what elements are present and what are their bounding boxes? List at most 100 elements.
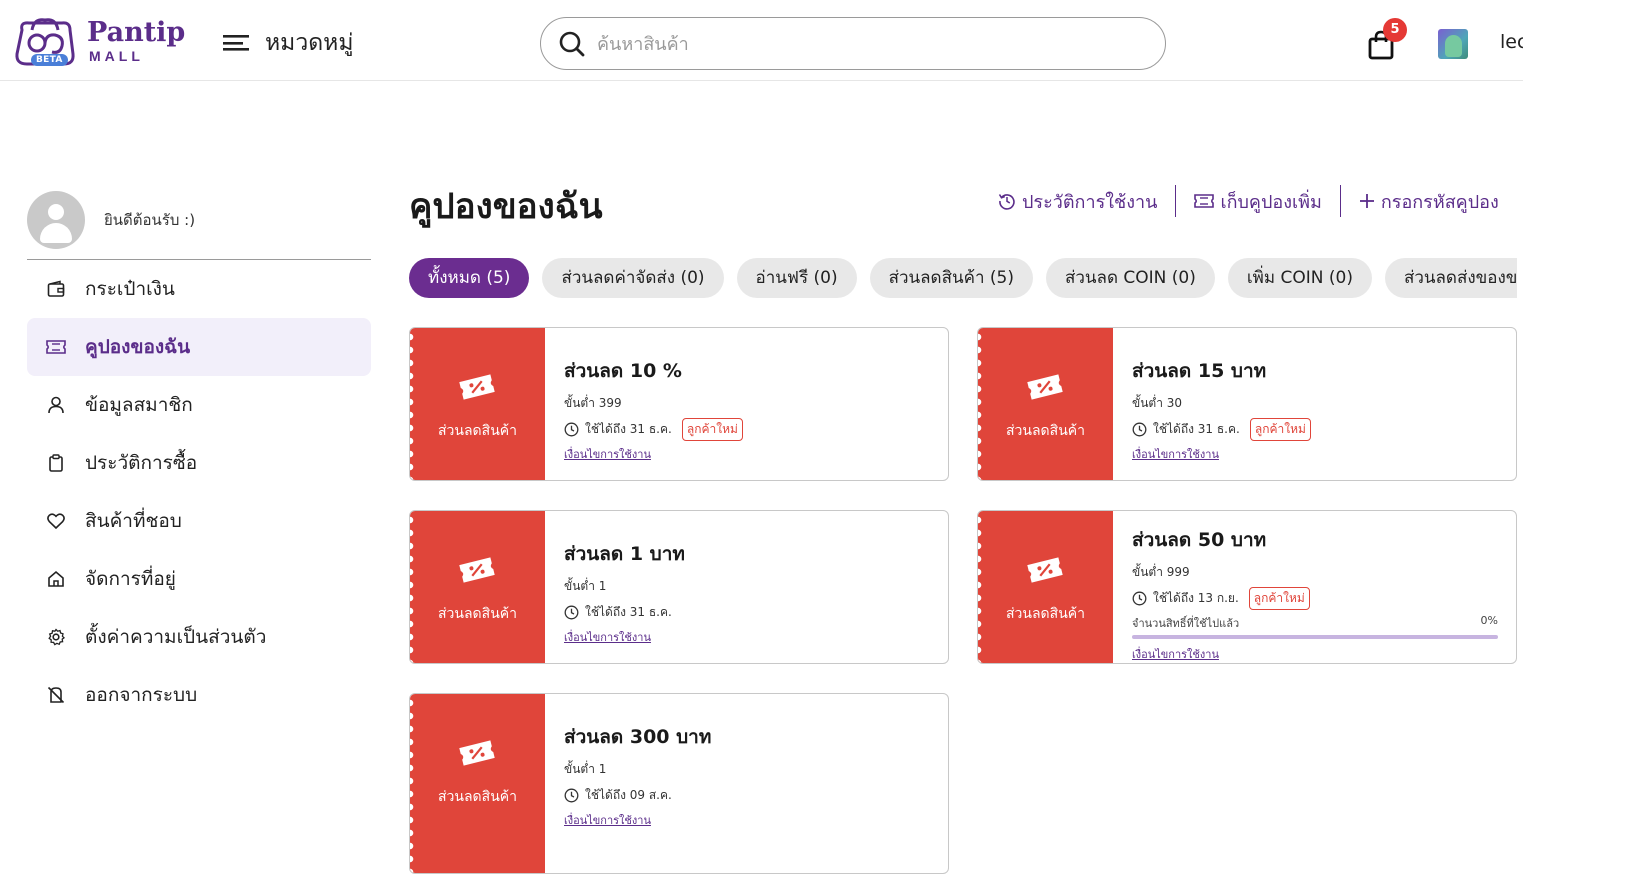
search-bar [540, 17, 1166, 70]
sidebar-item-member-info[interactable]: ข้อมูลสมาชิก [27, 376, 371, 434]
profile-avatar [27, 191, 85, 249]
filter-chip-product-discount[interactable]: ส่วนลดสินค้า (5) [869, 258, 1033, 298]
cart-count-badge: 5 [1383, 18, 1407, 42]
sidebar-item-purchase-history[interactable]: ประวัติการซื้อ [27, 434, 371, 492]
enter-coupon-code-link[interactable]: กรอกรหัสคูปอง [1359, 187, 1499, 216]
sidebar-item-addresses[interactable]: จัดการที่อยู่ [27, 550, 371, 608]
coupon-type-label: ส่วนลดสินค้า [438, 606, 517, 622]
collect-coupons-label: เก็บคูปองเพิ่ม [1220, 191, 1322, 213]
sidebar-item-logout[interactable]: ออกจากระบบ [27, 666, 371, 724]
sidebar-item-label: ประวัติการซื้อ [85, 452, 198, 474]
filter-chip-all[interactable]: ทั้งหมด (5) [409, 258, 530, 298]
coupon-conditions-link[interactable]: เงื่อนไขการใช้งาน [564, 628, 651, 646]
sidebar-item-favorites[interactable]: สินค้าที่ชอบ [27, 492, 371, 550]
sidebar-item-wallet[interactable]: กระเป๋าเงิน [27, 260, 371, 318]
beta-badge: BETA [31, 54, 68, 66]
sidebar-item-label: สินค้าที่ชอบ [85, 510, 182, 532]
coupon-info: ส่วนลด 300 บาท ขั้นต่ำ 1 ใช้ได้ถึง 09 ส.… [564, 694, 930, 829]
sidebar-item-my-coupons[interactable]: คูปองของฉัน [27, 318, 371, 376]
coupon-minimum: ขั้นต่ำ 999 [1132, 565, 1190, 579]
coupon-stub: ส่วนลดสินค้า [978, 328, 1113, 480]
coupon-stub: ส่วนลดสินค้า [410, 511, 545, 663]
clock-icon [564, 605, 579, 619]
usage-history-link[interactable]: ประวัติการใช้งาน [998, 187, 1157, 216]
filter-chip-gift-shipping-discount[interactable]: ส่วนลดส่งของขวัญ [1384, 258, 1517, 298]
pantip-mall-logo[interactable]: BETA Pantip MALL [12, 16, 187, 70]
coupon-title: ส่วนลด 15 บาท [1132, 360, 1267, 382]
coupon-expiry-row: ใช้ได้ถึง 31 ธ.ค. ลูกค้าใหม่ [1132, 417, 1498, 441]
action-divider [1175, 185, 1177, 217]
profile-block: ยินดีต้อนรับ :) [27, 191, 195, 249]
coupon-card[interactable]: ส่วนลดสินค้า ส่วนลด 10 % ขั้นต่ำ 399 ใช้… [409, 327, 949, 481]
coupon-card[interactable]: ส่วนลดสินค้า ส่วนลด 15 บาท ขั้นต่ำ 30 ใช… [977, 327, 1517, 481]
coupon-conditions-link[interactable]: เงื่อนไขการใช้งาน [1132, 445, 1219, 463]
coupon-stub: ส่วนลดสินค้า [410, 694, 545, 873]
collect-coupons-link[interactable]: เก็บคูปองเพิ่ม [1194, 187, 1322, 216]
coupon-info: ส่วนลด 50 บาท ขั้นต่ำ 999 ใช้ได้ถึง 13 ก… [1132, 511, 1498, 663]
clipboard-icon [46, 453, 66, 473]
coupon-type-label: ส่วนลดสินค้า [438, 789, 517, 805]
discount-ticket-icon [459, 557, 495, 583]
coupon-type-label: ส่วนลดสินค้า [1006, 606, 1085, 622]
sidebar-item-label: คูปองของฉัน [85, 336, 191, 358]
usage-percent: 0% [1480, 614, 1498, 627]
discount-ticket-icon [459, 740, 495, 766]
clock-icon [1132, 422, 1147, 436]
enter-coupon-code-label: กรอกรหัสคูปอง [1380, 191, 1499, 213]
clock-icon [1132, 591, 1147, 605]
coupon-type-label: ส่วนลดสินค้า [1006, 423, 1085, 439]
usage-row: จำนวนสิทธิ์ที่ใช้ไปแล้ว 0% [1132, 614, 1498, 632]
coupon-minimum: ขั้นต่ำ 1 [564, 579, 607, 593]
discount-ticket-icon [1027, 557, 1063, 583]
coupon-expiry: ใช้ได้ถึง 31 ธ.ค. [585, 421, 672, 436]
coupon-info: ส่วนลด 1 บาท ขั้นต่ำ 1 ใช้ได้ถึง 31 ธ.ค.… [564, 511, 930, 646]
coupon-info: ส่วนลด 10 % ขั้นต่ำ 399 ใช้ได้ถึง 31 ธ.ค… [564, 328, 930, 463]
coupon-expiry-row: ใช้ได้ถึง 13 ก.ย. ลูกค้าใหม่ [1132, 586, 1498, 610]
coupon-expiry: ใช้ได้ถึง 13 ก.ย. [1153, 590, 1239, 605]
filter-chip-coin-discount[interactable]: ส่วนลด COIN (0) [1045, 258, 1215, 298]
gear-icon [46, 627, 66, 647]
coupon-card[interactable]: ส่วนลดสินค้า ส่วนลด 50 บาท ขั้นต่ำ 999 ใ… [977, 510, 1517, 664]
ticket-icon [1194, 194, 1215, 208]
coupon-title: ส่วนลด 10 % [564, 360, 682, 382]
coupon-filter-tabs: ทั้งหมด (5) ส่วนลดค่าจัดส่ง (0) อ่านฟรี (0… [409, 258, 1517, 298]
sidebar-item-label: จัดการที่อยู่ [85, 568, 176, 590]
search-icon[interactable] [559, 31, 585, 57]
coupon-title: ส่วนลด 1 บาท [564, 543, 685, 565]
new-customer-tag: ลูกค้าใหม่ [1249, 417, 1311, 441]
search-input[interactable] [597, 26, 1137, 62]
coupon-expiry-row: ใช้ได้ถึง 09 ส.ค. [564, 785, 930, 805]
filter-chip-add-coin[interactable]: เพิ่ม COIN (0) [1227, 258, 1372, 298]
coupon-stub: ส่วนลดสินค้า [410, 328, 545, 480]
coupon-type-label: ส่วนลดสินค้า [438, 423, 517, 439]
top-header: BETA Pantip MALL หมวดหมู่ 5 lec [0, 0, 1523, 81]
category-menu-button[interactable]: หมวดหมู่ [223, 26, 354, 60]
filter-chip-shipping-discount[interactable]: ส่วนลดค่าจัดส่ง (0) [542, 258, 724, 298]
sidebar-item-privacy-settings[interactable]: ตั้งค่าความเป็นส่วนตัว [27, 608, 371, 666]
coupon-conditions-link[interactable]: เงื่อนไขการใช้งาน [564, 811, 651, 829]
coupon-expiry: ใช้ได้ถึง 09 ส.ค. [585, 787, 672, 802]
user-avatar[interactable] [1438, 29, 1468, 59]
history-icon [998, 194, 1015, 210]
coupon-conditions-link[interactable]: เงื่อนไขการใช้งาน [1132, 645, 1219, 663]
username[interactable]: lec [1500, 31, 1523, 53]
coupon-card[interactable]: ส่วนลดสินค้า ส่วนลด 1 บาท ขั้นต่ำ 1 ใช้ไ… [409, 510, 949, 664]
discount-ticket-icon [459, 374, 495, 400]
new-customer-tag: ลูกค้าใหม่ [1248, 586, 1310, 610]
coupon-conditions-link[interactable]: เงื่อนไขการใช้งาน [564, 445, 651, 463]
new-customer-tag: ลูกค้าใหม่ [681, 417, 743, 441]
coupon-actions: ประวัติการใช้งาน เก็บคูปองเพิ่ม กรอกรหัส… [998, 184, 1499, 218]
clock-icon [564, 422, 579, 436]
category-menu-label: หมวดหมู่ [265, 30, 354, 56]
sidebar-nav: กระเป๋าเงิน คูปองของฉัน ข้อมูลสมาชิก ประ… [27, 260, 371, 724]
coupon-info: ส่วนลด 15 บาท ขั้นต่ำ 30 ใช้ได้ถึง 31 ธ.… [1132, 328, 1498, 463]
filter-chip-free-read[interactable]: อ่านฟรี (0) [736, 258, 857, 298]
coupon-expiry-row: ใช้ได้ถึง 31 ธ.ค. [564, 602, 930, 622]
coupon-card[interactable]: ส่วนลดสินค้า ส่วนลด 300 บาท ขั้นต่ำ 1 ใช… [409, 693, 949, 874]
discount-ticket-icon [1027, 374, 1063, 400]
sidebar-item-label: ข้อมูลสมาชิก [85, 394, 193, 416]
coupon-stub: ส่วนลดสินค้า [978, 511, 1113, 663]
coupon-expiry: ใช้ได้ถึง 31 ธ.ค. [585, 604, 672, 619]
coupon-title: ส่วนลด 300 บาท [564, 726, 712, 748]
coupon-minimum: ขั้นต่ำ 399 [564, 396, 622, 410]
